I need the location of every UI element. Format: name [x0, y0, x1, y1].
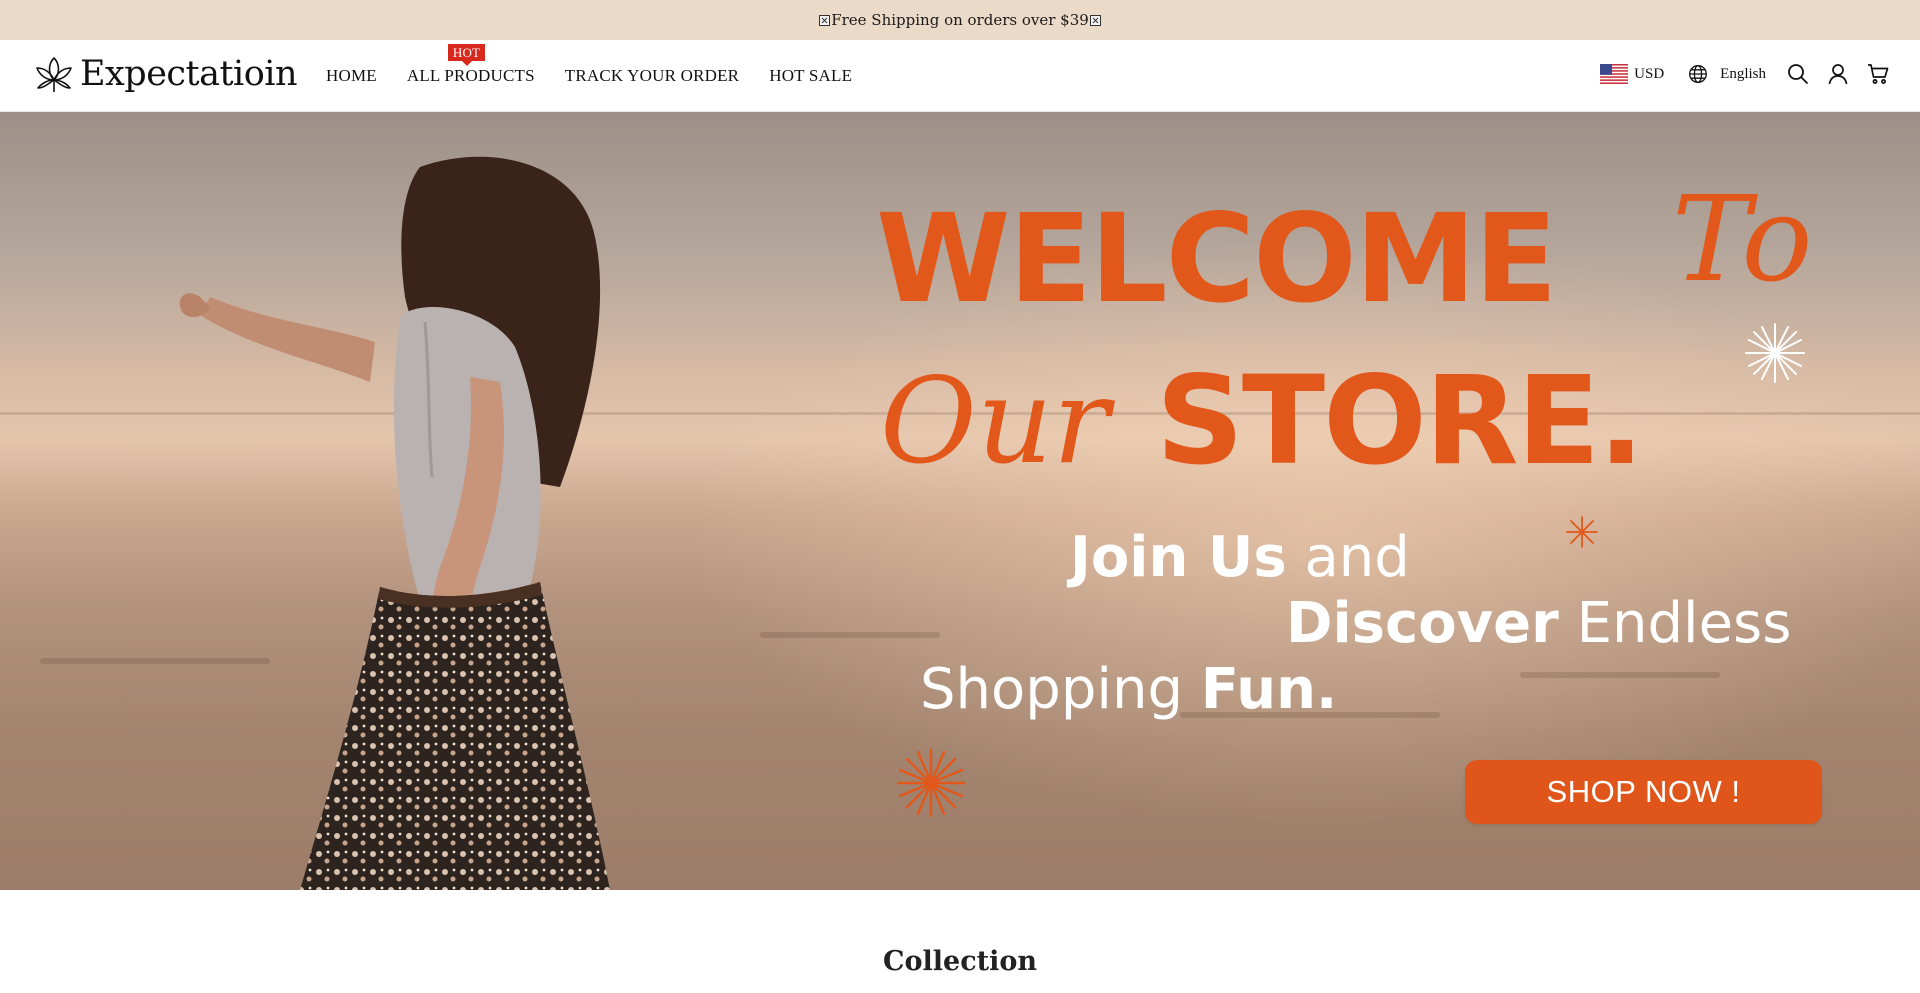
leaf-logo-icon [36, 57, 72, 92]
missing-glyph-icon [819, 14, 831, 26]
hero-tagline-line-2: Discover Endless [1286, 596, 1791, 652]
search-button[interactable] [1786, 62, 1810, 86]
currency-label: USD [1634, 65, 1665, 82]
language-label: English [1720, 65, 1766, 82]
hero-headline-to: To [1672, 170, 1813, 308]
missing-glyph-icon [1089, 14, 1101, 26]
tagline-regular: and [1286, 525, 1410, 590]
wave-streak [1520, 672, 1720, 678]
account-button[interactable] [1826, 62, 1850, 86]
hero-headline-welcome: WELCOME [876, 188, 1558, 330]
site-header: Expectatioin HOME HOT ALL PRODUCTS TRACK… [0, 40, 1920, 112]
orange-sparkle-small-icon [1566, 516, 1598, 548]
nav-home[interactable]: HOME [326, 66, 377, 86]
tagline-regular: Endless [1558, 591, 1792, 656]
search-icon [1788, 64, 1809, 85]
hero-woman-image [179, 156, 610, 890]
nav-hot-sale[interactable]: HOT SALE [769, 66, 852, 86]
header-tools: USD English [1600, 62, 1890, 86]
announcement-text: Free Shipping on orders over $39 [831, 11, 1089, 29]
shop-now-button[interactable]: SHOP NOW ! [1465, 760, 1822, 824]
white-sparkle-icon [1745, 323, 1805, 383]
hero-headline-store: STORE. [1156, 350, 1644, 492]
hero-tagline-line-3: Shopping Fun. [920, 662, 1337, 718]
us-flag-icon [1600, 64, 1629, 84]
globe-icon [1689, 65, 1708, 83]
account-icon [1828, 64, 1848, 85]
nav-all-products[interactable]: HOT ALL PRODUCTS [406, 44, 535, 86]
orange-sparkle-large-icon [896, 748, 966, 818]
tagline-bold: Fun. [1200, 657, 1338, 722]
main-nav: HOME HOT ALL PRODUCTS TRACK YOUR ORDER H… [326, 44, 852, 86]
language-selector[interactable]: English [1688, 64, 1766, 84]
logo[interactable]: Expectatioin [34, 54, 298, 94]
tagline-bold: Join Us [1070, 525, 1287, 590]
nav-all-products-label: ALL PRODUCTS [406, 66, 535, 85]
nav-track-order[interactable]: TRACK YOUR ORDER [565, 66, 739, 86]
tagline-bold: Discover [1286, 591, 1559, 656]
wave-streak [760, 632, 940, 638]
hero-banner: WELCOME To Our STORE. Join Us and Discov… [0, 112, 1920, 890]
collection-title: Collection [883, 946, 1037, 977]
hot-badge: HOT [447, 44, 486, 66]
tagline-regular: Shopping [920, 657, 1201, 722]
announcement-bar: Free Shipping on orders over $39 [0, 0, 1920, 40]
logo-text: Expectatioin [80, 54, 298, 94]
hero-headline-our: Our [880, 352, 1110, 490]
hero-tagline-line-1: Join Us and [1070, 530, 1410, 586]
cart-button[interactable] [1866, 62, 1890, 86]
currency-selector[interactable]: USD [1600, 64, 1664, 84]
cart-icon [1868, 64, 1889, 84]
